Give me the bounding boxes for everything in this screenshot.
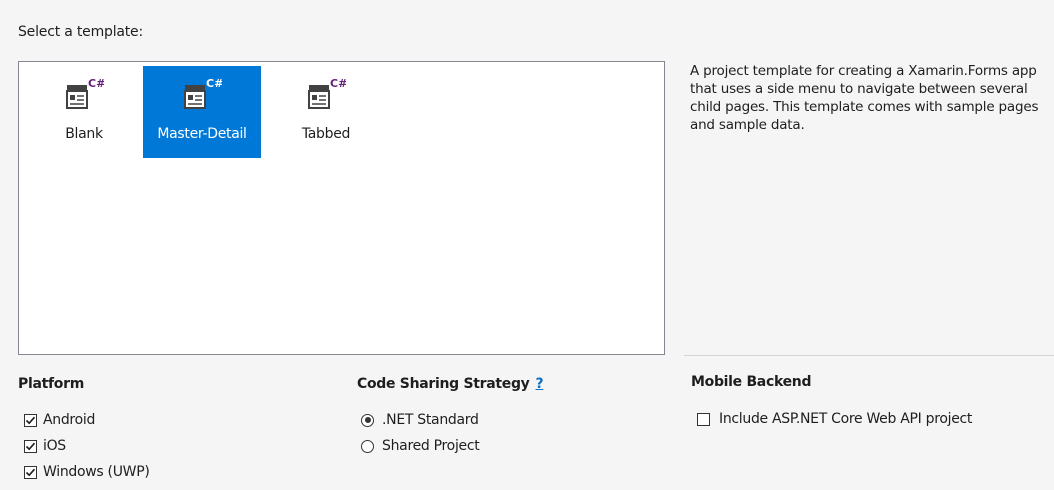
code-sharing-heading-text: Code Sharing Strategy [357, 376, 530, 392]
svg-text:C#: C# [88, 77, 104, 90]
template-icon: C# [308, 77, 346, 109]
checkbox-checked-icon [24, 465, 37, 479]
checkbox-label: Include ASP.NET Core Web API project [719, 411, 973, 427]
checkbox-label: iOS [43, 438, 66, 454]
code-sharing-heading: Code Sharing Strategy ? [357, 376, 544, 392]
radio-label: .NET Standard [382, 412, 479, 428]
template-list[interactable]: C# Blank C# Master-Detail C# Tabbed [18, 61, 665, 355]
select-template-label: Select a template: [18, 24, 143, 40]
template-label: Blank [65, 126, 103, 142]
template-icon: C# [66, 77, 104, 109]
checkbox-unchecked-icon [697, 412, 710, 426]
svg-text:C#: C# [206, 77, 222, 90]
template-icon: C# [184, 77, 222, 109]
checkbox-label: Windows (UWP) [43, 464, 150, 480]
net-standard-radio[interactable]: .NET Standard [361, 412, 479, 428]
divider [684, 355, 1054, 356]
platform-uwp-checkbox[interactable]: Windows (UWP) [24, 464, 150, 480]
radio-label: Shared Project [382, 438, 480, 454]
checkbox-checked-icon [24, 413, 37, 427]
platform-android-checkbox[interactable]: Android [24, 412, 95, 428]
checkbox-checked-icon [24, 439, 37, 453]
svg-text:C#: C# [330, 77, 346, 90]
platform-heading: Platform [18, 376, 85, 392]
radio-selected-icon [361, 413, 374, 427]
shared-project-radio[interactable]: Shared Project [361, 438, 480, 454]
include-web-api-checkbox[interactable]: Include ASP.NET Core Web API project [697, 411, 972, 427]
code-sharing-help-link[interactable]: ? [536, 376, 544, 392]
checkbox-label: Android [43, 412, 96, 428]
template-tabbed[interactable]: C# Tabbed [267, 66, 385, 158]
template-blank[interactable]: C# Blank [25, 66, 143, 158]
radio-unselected-icon [361, 439, 374, 453]
template-label: Master-Detail [157, 126, 247, 142]
template-master-detail[interactable]: C# Master-Detail [143, 66, 261, 158]
platform-ios-checkbox[interactable]: iOS [24, 438, 66, 454]
template-label: Tabbed [301, 126, 351, 142]
mobile-backend-heading: Mobile Backend [691, 374, 812, 390]
template-description: A project template for creating a Xamari… [690, 63, 1039, 133]
